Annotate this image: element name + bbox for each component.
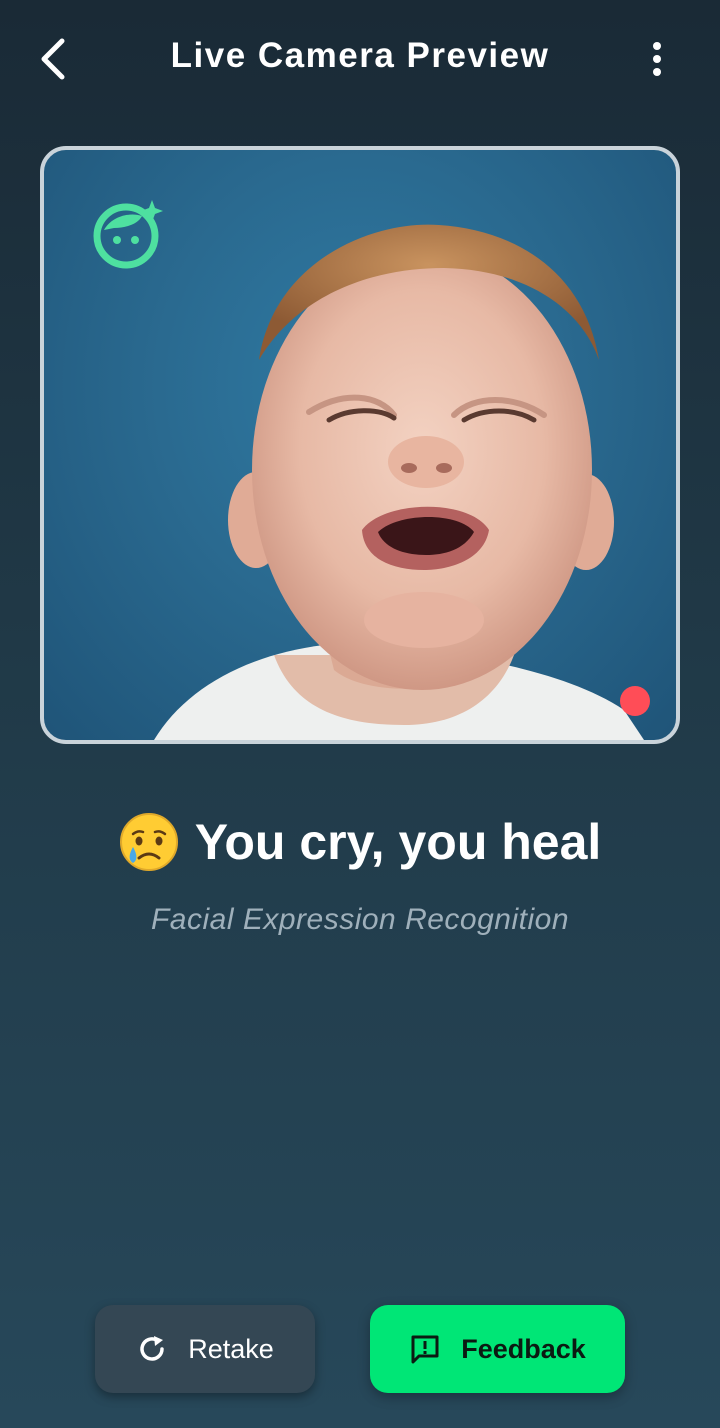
app-bar: Live Camera Preview: [0, 0, 720, 118]
feedback-button[interactable]: Feedback: [370, 1305, 625, 1393]
result-text: You cry, you heal: [194, 814, 602, 870]
recording-indicator: [620, 686, 650, 716]
retake-label: Retake: [188, 1333, 274, 1364]
crying-face-icon: [119, 813, 178, 871]
face-sparkle-icon: [93, 200, 163, 269]
more-options-button[interactable]: [630, 32, 684, 86]
retake-button[interactable]: Retake: [95, 1305, 315, 1393]
result-subtitle: Facial Expression Recognition: [150, 903, 570, 936]
refresh-icon: [136, 1333, 168, 1365]
page-title: Live Camera Preview: [170, 36, 550, 75]
result-row: You cry, you heal: [0, 806, 720, 878]
camera-preview[interactable]: [40, 146, 680, 744]
feedback-message-icon: [409, 1333, 441, 1365]
more-vertical-icon: [653, 42, 661, 76]
feedback-label: Feedback: [461, 1333, 586, 1364]
